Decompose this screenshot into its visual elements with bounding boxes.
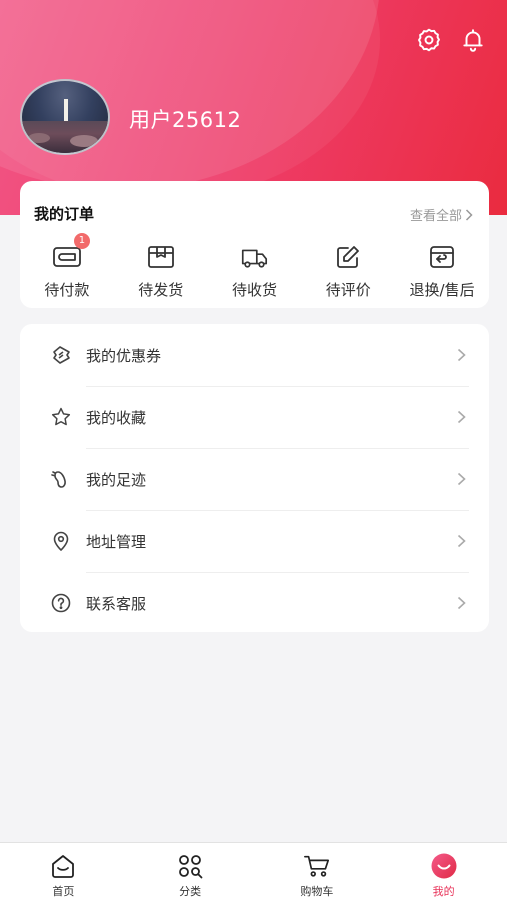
bottom-nav: 首页 分类 购物车 我的: [0, 842, 507, 900]
order-pending-payment[interactable]: 1 待付款: [20, 233, 114, 300]
footprint-icon: [50, 468, 72, 490]
edit-icon: [333, 243, 363, 271]
order-status-label: 待付款: [44, 281, 90, 299]
menu-item-addresses[interactable]: 地址管理: [20, 510, 489, 572]
coupon-icon: [50, 344, 72, 366]
gear-icon[interactable]: [415, 26, 443, 54]
order-status-label: 退换/售后: [409, 281, 475, 299]
menu-item-label: 联系客服: [86, 594, 147, 613]
menu-item-label: 地址管理: [86, 532, 147, 551]
order-status-label: 待评价: [325, 281, 371, 299]
menu-item-label: 我的足迹: [86, 470, 147, 489]
nav-profile[interactable]: 我的: [380, 843, 507, 900]
menu-item-footprints[interactable]: 我的足迹: [20, 448, 489, 510]
chevron-right-icon: [457, 595, 469, 611]
bell-icon[interactable]: [459, 26, 487, 54]
nav-label: 购物车: [300, 885, 334, 898]
nav-label: 我的: [432, 885, 455, 898]
view-all-orders-link[interactable]: 查看全部: [410, 205, 473, 224]
orders-card: 我的订单 查看全部 1 待付款 待发货 待收货 待评价 退换/售后: [20, 181, 489, 308]
home-icon: [49, 852, 77, 880]
order-status-label: 待收货: [231, 281, 277, 299]
star-icon: [50, 406, 72, 428]
order-status-label: 待发货: [138, 281, 184, 299]
chevron-right-icon: [457, 409, 469, 425]
menu-card: 我的优惠券 我的收藏 我的足迹 地址管理 联系客服: [20, 324, 489, 632]
box-icon: [146, 243, 176, 271]
order-status-list: 1 待付款 待发货 待收货 待评价 退换/售后: [20, 233, 489, 300]
cart-icon: [303, 852, 331, 880]
nav-home[interactable]: 首页: [0, 843, 127, 900]
menu-item-favorites[interactable]: 我的收藏: [20, 386, 489, 448]
location-icon: [50, 530, 72, 552]
order-pending-receipt[interactable]: 待收货: [208, 243, 302, 300]
pending-payment-badge: 1: [73, 233, 90, 249]
chevron-right-icon: [457, 471, 469, 487]
nav-category[interactable]: 分类: [127, 843, 254, 900]
nav-label: 首页: [52, 885, 75, 898]
chevron-right-icon: [457, 533, 469, 549]
menu-item-label: 我的优惠券: [86, 346, 162, 365]
header-actions: [415, 26, 487, 54]
truck-icon: [239, 243, 269, 271]
order-pending-shipment[interactable]: 待发货: [114, 243, 208, 300]
chevron-right-icon: [457, 347, 469, 363]
menu-item-coupons[interactable]: 我的优惠券: [20, 324, 489, 386]
menu-item-customer-service[interactable]: 联系客服: [20, 572, 489, 634]
order-returns[interactable]: 退换/售后: [395, 243, 489, 300]
view-all-label: 查看全部: [409, 209, 462, 224]
avatar-rock: [70, 135, 98, 147]
order-pending-review[interactable]: 待评价: [301, 243, 395, 300]
avatar-rock: [28, 133, 50, 143]
wallet-icon: 1: [52, 233, 90, 271]
avatar-tower: [64, 99, 68, 121]
category-icon: [176, 852, 204, 880]
chevron-right-icon: [465, 208, 473, 221]
return-icon: [427, 243, 457, 271]
nav-cart[interactable]: 购物车: [254, 843, 381, 900]
menu-item-label: 我的收藏: [86, 408, 147, 427]
profile-icon: [430, 852, 458, 880]
avatar[interactable]: [20, 79, 110, 155]
nav-label: 分类: [179, 885, 202, 898]
username[interactable]: 用户25612: [129, 104, 241, 134]
orders-title: 我的订单: [34, 205, 95, 223]
help-icon: [50, 592, 72, 614]
